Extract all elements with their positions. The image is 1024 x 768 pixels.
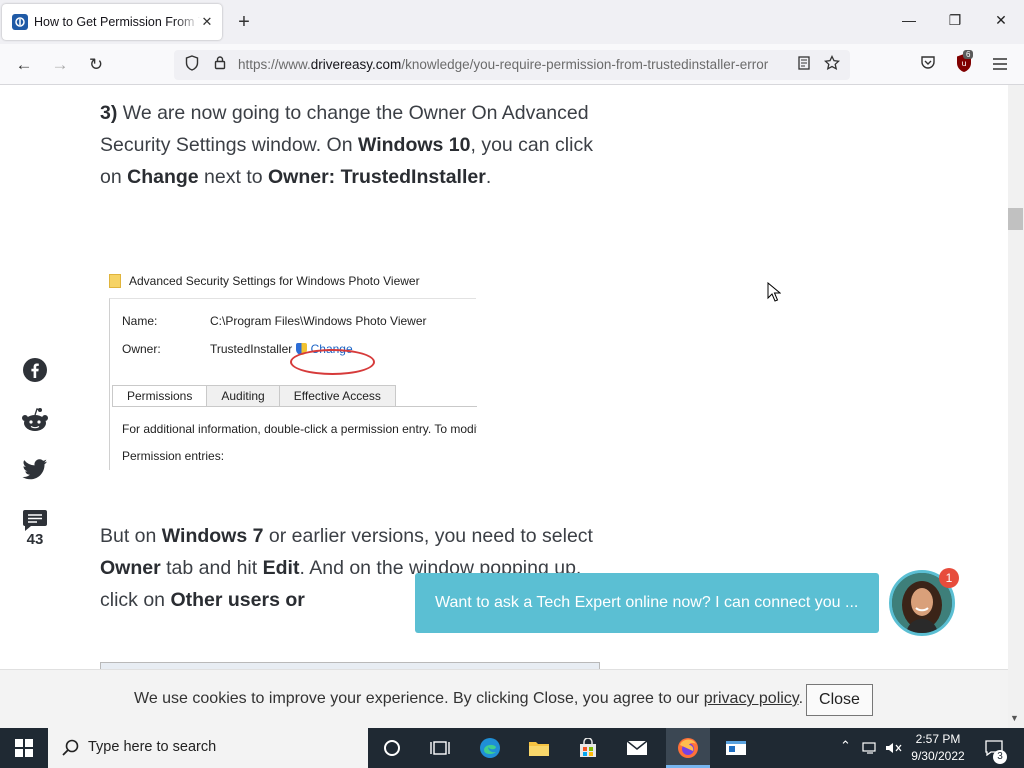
highlight-oval bbox=[290, 349, 375, 375]
mail-icon[interactable] bbox=[625, 736, 649, 760]
twitter-icon[interactable] bbox=[20, 455, 50, 485]
scrollbar-track[interactable] bbox=[1008, 85, 1024, 728]
name-value: C:\Program Files\Windows Photo Viewer bbox=[210, 314, 427, 328]
back-button[interactable]: ← bbox=[12, 53, 36, 77]
url-text[interactable]: https://www.drivereasy.com/knowledge/you… bbox=[238, 57, 790, 72]
taskbar-search-box[interactable]: Type here to search bbox=[48, 728, 368, 768]
step-3-paragraph: 3) We are now going to change the Owner … bbox=[100, 102, 593, 188]
firefox-taskbar-button[interactable] bbox=[666, 728, 710, 768]
notification-count-badge: 3 bbox=[993, 750, 1007, 764]
cookie-message: We use cookies to improve your experienc… bbox=[134, 690, 804, 707]
cookie-close-button[interactable]: Close bbox=[806, 684, 873, 716]
scroll-down-arrow-icon[interactable]: ▼ bbox=[1010, 713, 1019, 723]
chat-notification-badge: 1 bbox=[939, 568, 959, 588]
navigation-bar: ← → ↻ https://www.drivereasy.com/knowled… bbox=[0, 44, 1024, 85]
lock-icon[interactable] bbox=[210, 55, 230, 75]
windows-taskbar: Type here to search ⌃ 2:57 PM 9/30/2022 bbox=[0, 728, 1024, 768]
tab-close-icon[interactable]: ✕ bbox=[198, 13, 216, 31]
reader-view-icon[interactable] bbox=[794, 55, 814, 75]
owner-label: Owner: bbox=[122, 342, 161, 356]
tray-expand-icon[interactable]: ⌃ bbox=[840, 738, 851, 754]
close-window-button[interactable]: ✕ bbox=[991, 12, 1011, 32]
privacy-policy-link[interactable]: privacy policy bbox=[704, 690, 799, 707]
screen: How to Get Permission From TrustedInstal… bbox=[0, 0, 1024, 768]
forward-button[interactable]: → bbox=[48, 53, 72, 77]
pocket-icon[interactable] bbox=[916, 53, 940, 77]
minimize-button[interactable]: — bbox=[899, 12, 919, 32]
network-icon[interactable] bbox=[859, 736, 883, 760]
tab-strip: How to Get Permission From TrustedInstal… bbox=[0, 0, 1024, 44]
url-bar[interactable]: https://www.drivereasy.com/knowledge/you… bbox=[174, 50, 850, 80]
browser-tab[interactable]: How to Get Permission From TrustedInstal… bbox=[2, 4, 222, 40]
screenshot-panel: Name: C:\Program Files\Windows Photo Vie… bbox=[109, 298, 477, 470]
tab-effective-access: Effective Access bbox=[278, 385, 396, 406]
file-explorer-icon[interactable] bbox=[527, 736, 551, 760]
menu-hamburger-icon[interactable] bbox=[988, 53, 1012, 77]
tab-title: How to Get Permission From TrustedInstal… bbox=[34, 15, 200, 29]
chat-invite-bubble[interactable]: Want to ask a Tech Expert online now? I … bbox=[415, 573, 879, 633]
task-view-icon[interactable] bbox=[428, 736, 452, 760]
volume-muted-icon[interactable] bbox=[882, 736, 906, 760]
next-screenshot-edge bbox=[100, 662, 600, 669]
firefox-icon bbox=[676, 736, 700, 760]
new-tab-button[interactable]: + bbox=[234, 12, 254, 32]
folder-icon bbox=[109, 274, 121, 288]
svg-text:u: u bbox=[961, 59, 966, 68]
restore-button[interactable]: ❐ bbox=[945, 12, 965, 32]
site-favicon-icon bbox=[12, 14, 28, 30]
tab-auditing: Auditing bbox=[206, 385, 280, 406]
clock-date: 9/30/2022 bbox=[911, 749, 965, 763]
app-window-icon[interactable] bbox=[724, 736, 748, 760]
advanced-security-screenshot: Advanced Security Settings for Windows P… bbox=[101, 270, 477, 470]
permission-entries-label: Permission entries: bbox=[122, 449, 225, 463]
cortana-icon[interactable] bbox=[380, 736, 404, 760]
clock[interactable]: 2:57 PM 9/30/2022 bbox=[908, 731, 968, 765]
facebook-icon[interactable] bbox=[20, 355, 50, 385]
microsoft-store-icon[interactable] bbox=[576, 736, 600, 760]
permission-info-text: For additional information, double-click… bbox=[122, 422, 477, 436]
taskbar-search-placeholder: Type here to search bbox=[88, 739, 217, 755]
comment-count[interactable]: 43 bbox=[20, 531, 50, 548]
name-label: Name: bbox=[122, 314, 158, 328]
edge-icon[interactable] bbox=[478, 736, 502, 760]
search-icon bbox=[58, 736, 82, 760]
screenshot-title: Advanced Security Settings for Windows P… bbox=[109, 274, 420, 288]
reload-button[interactable]: ↻ bbox=[84, 53, 108, 77]
tab-permissions: Permissions bbox=[112, 385, 208, 406]
extension-badge: 6 bbox=[963, 50, 974, 59]
screenshot-tabs: Permissions Auditing Effective Access bbox=[112, 385, 477, 407]
cookie-banner: We use cookies to improve your experienc… bbox=[0, 669, 1008, 728]
windows-start-icon[interactable] bbox=[12, 736, 36, 760]
scrollbar-thumb[interactable] bbox=[1008, 208, 1023, 230]
bookmark-star-icon[interactable] bbox=[822, 54, 842, 75]
reddit-icon[interactable] bbox=[20, 405, 50, 435]
mouse-cursor-icon bbox=[767, 281, 782, 307]
tracking-shield-icon[interactable] bbox=[182, 55, 202, 75]
clock-time: 2:57 PM bbox=[915, 732, 961, 746]
